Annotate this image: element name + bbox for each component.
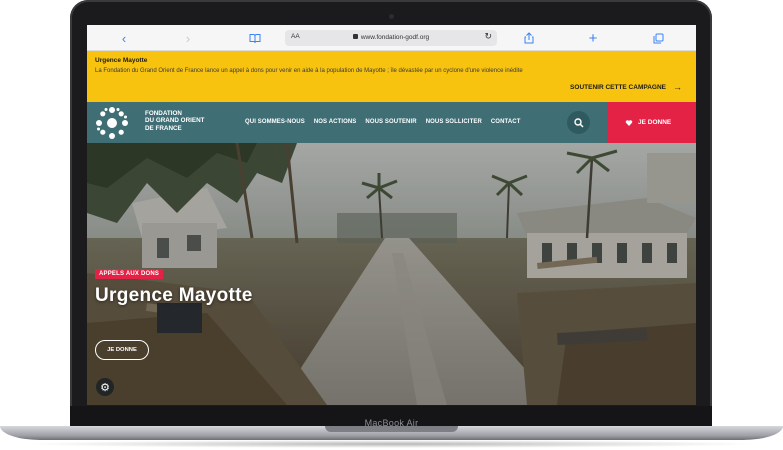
appeals-badge: APPELS AUX DONS [95, 269, 164, 279]
foundation-logo[interactable] [95, 106, 129, 140]
logo-text: FONDATION DU GRAND ORIENT DE FRANCE [145, 110, 205, 132]
camera-icon [389, 14, 394, 19]
donate-label: JE DONNE [638, 119, 672, 126]
support-campaign-link[interactable]: SOUTENIR CETTE CAMPAGNE → [570, 83, 682, 92]
device-model-label: MacBook Air [364, 418, 419, 428]
forward-icon[interactable]: › [179, 29, 197, 47]
address-bar[interactable]: AA www.fondation-godf.org ↻ [285, 30, 497, 46]
search-button[interactable] [567, 111, 590, 134]
site-navigation: FONDATION DU GRAND ORIENT DE FRANCE QUI … [87, 102, 696, 143]
url-text: www.fondation-godf.org [360, 33, 430, 41]
reader-book-icon[interactable] [246, 29, 264, 47]
reload-icon[interactable]: ↻ [484, 31, 492, 42]
nav-item-nos-actions[interactable]: NOS ACTIONS [314, 119, 357, 125]
gear-icon: ⚙ [100, 381, 110, 394]
browser-toolbar: ‹ › AA www.fondation-godf.org ↻ + [87, 25, 696, 51]
tabs-overview-icon[interactable] [649, 29, 667, 47]
support-campaign-label: SOUTENIR CETTE CAMPAGNE [570, 84, 666, 91]
alert-banner: Urgence Mayotte La Fondation du Grand Or… [87, 51, 696, 102]
arrow-right-icon: → [673, 82, 682, 92]
nav-item-contact[interactable]: CONTACT [491, 119, 521, 125]
search-icon [573, 117, 584, 128]
nav-item-nous-solliciter[interactable]: NOUS SOLLICITER [426, 119, 482, 125]
hero-donate-button[interactable]: JE DONNE [95, 340, 149, 360]
lock-icon [352, 33, 358, 39]
laptop-screen: ‹ › AA www.fondation-godf.org ↻ + Urgenc… [87, 25, 696, 405]
banner-text: La Fondation du Grand Orient de France l… [95, 68, 523, 74]
banner-title: Urgence Mayotte [95, 57, 148, 64]
back-icon[interactable]: ‹ [115, 29, 133, 47]
hero-title: Urgence Mayotte [95, 285, 253, 306]
nav-item-nous-soutenir[interactable]: NOUS SOUTENIR [365, 119, 416, 125]
hero-background-image [87, 143, 696, 405]
donate-button[interactable]: JE DONNE [607, 102, 696, 143]
laptop-shadow [20, 440, 763, 448]
nav-menu: QUI SOMMES-NOUS NOS ACTIONS NOUS SOUTENI… [245, 119, 520, 125]
nav-item-qui-sommes-nous[interactable]: QUI SOMMES-NOUS [245, 119, 305, 125]
hero-section: APPELS AUX DONS Urgence Mayotte JE DONNE… [87, 143, 696, 405]
share-icon[interactable] [520, 29, 538, 47]
cookie-settings-button[interactable]: ⚙ [96, 378, 114, 396]
new-tab-icon[interactable]: + [584, 29, 602, 47]
heart-hands-icon [625, 119, 633, 126]
